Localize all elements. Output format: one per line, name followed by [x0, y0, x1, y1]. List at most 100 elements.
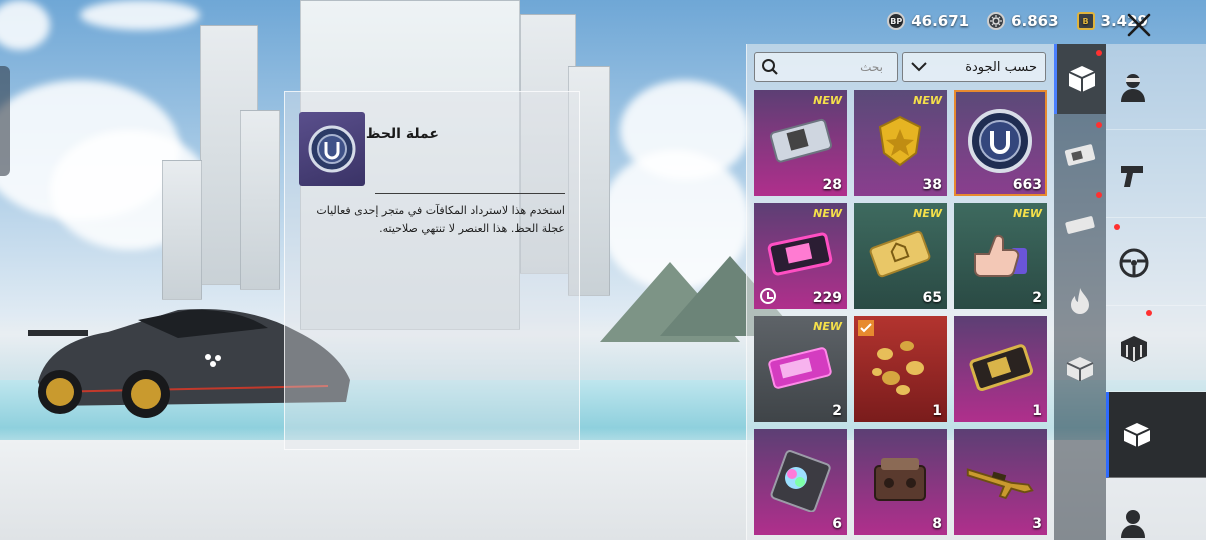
crate-icon [1121, 335, 1147, 362]
tower [162, 160, 202, 300]
inventory-panel: حسب الجودة NEW 28 NEW 38 663 NEW 229 NEW [746, 44, 1054, 540]
sort-dropdown[interactable]: حسب الجودة [902, 52, 1046, 82]
item-cell-gold-badge[interactable]: NEW 38 [854, 90, 947, 196]
search-box[interactable] [754, 52, 898, 82]
item-qty: 1 [1032, 403, 1042, 419]
bp-coin-icon: BP [887, 12, 906, 30]
notification-dot [1096, 122, 1102, 128]
category-coupon[interactable] [1054, 190, 1106, 260]
notification-dot [1096, 50, 1102, 56]
chevron-down-icon [911, 62, 927, 72]
gold-rifle-icon [964, 447, 1036, 513]
search-icon[interactable] [761, 58, 779, 76]
item-cell-ticket-silver[interactable]: NEW 28 [754, 90, 847, 196]
item-qty: 38 [922, 177, 942, 193]
side-item-weapon[interactable] [1106, 132, 1206, 218]
currency-gear: 6.863 [987, 12, 1059, 30]
side-item-character[interactable] [1106, 44, 1206, 130]
currency-bp: BP 46.671 [887, 12, 969, 30]
item-qty: 663 [1012, 177, 1042, 193]
item-qty: 65 [922, 290, 942, 306]
value-ticket-icon [764, 334, 836, 400]
gold-badge-icon [864, 108, 936, 174]
cloud [0, 0, 50, 50]
coupon-icon [1065, 216, 1095, 234]
category-crate[interactable] [1054, 44, 1106, 114]
lucky-coin-icon [964, 108, 1036, 174]
gear-coin-icon [987, 12, 1006, 30]
new-badge: NEW [913, 94, 942, 107]
item-qty: 6 [832, 516, 842, 532]
left-edge-tab[interactable] [0, 66, 10, 176]
side-navigation [1106, 44, 1206, 540]
timer-icon [760, 288, 776, 304]
new-badge: NEW [813, 94, 842, 107]
thumbs-up-icon [964, 221, 1036, 287]
close-icon [1127, 13, 1151, 37]
side-item-soldier[interactable] [1106, 480, 1206, 540]
search-input[interactable] [783, 60, 883, 74]
ticket-icon [1064, 144, 1096, 166]
item-description: استخدم هذا لاسترداد المكافآت في متجر إحد… [316, 204, 565, 235]
item-cell-pink-ticket[interactable]: NEW 229 [754, 203, 847, 309]
steering-wheel-icon [1119, 248, 1149, 277]
new-badge: NEW [813, 320, 842, 333]
item-qty: 2 [832, 403, 842, 419]
item-cell-engine-crate[interactable]: 8 [854, 429, 947, 535]
category-box[interactable] [1054, 334, 1106, 404]
item-cell-gold-ticket[interactable]: NEW 65 [854, 203, 947, 309]
gold-crate-ticket-icon [964, 334, 1036, 400]
pistol-icon [1121, 165, 1143, 187]
box-icon [1123, 422, 1151, 447]
lucky-coin-icon [299, 112, 365, 186]
currency-gear-value: 6.863 [1011, 12, 1059, 30]
gold-coins-icon [864, 334, 936, 400]
item-qty: 229 [812, 290, 842, 306]
box-icon [1066, 357, 1094, 381]
item-qty: 2 [1032, 290, 1042, 306]
item-grid: NEW 28 NEW 38 663 NEW 229 NEW 65 NEW 2 N… [754, 90, 1047, 535]
item-cell-lucky-coin[interactable]: 663 [954, 90, 1047, 196]
item-qty: 28 [822, 177, 842, 193]
pink-ticket-icon [764, 221, 836, 287]
new-badge: NEW [813, 207, 842, 220]
silver-ticket-icon [764, 108, 836, 174]
item-title: عملة الحظ [365, 126, 439, 142]
item-cell-thumbs-up[interactable]: NEW 2 [954, 203, 1047, 309]
currency-bp-value: 46.671 [911, 12, 970, 30]
close-button[interactable] [1122, 8, 1156, 42]
sort-label: حسب الجودة [965, 59, 1037, 75]
cloud [80, 0, 200, 30]
side-item-box[interactable] [1106, 392, 1206, 478]
category-fire[interactable] [1054, 266, 1106, 336]
engine-crate-icon [864, 447, 936, 513]
character-icon [1121, 73, 1145, 102]
soldier-icon [1121, 509, 1145, 538]
notification-dot [1114, 224, 1120, 230]
item-qty: 3 [1032, 516, 1042, 532]
item-cell-color-orb-card[interactable]: 6 [754, 429, 847, 535]
item-detail-panel: عملة الحظ استخدم هذا لاسترداد المكافآت ف… [284, 91, 580, 450]
notification-dot [1146, 310, 1152, 316]
item-qty: 1 [932, 403, 942, 419]
crate-icon [1068, 66, 1095, 92]
new-badge: NEW [1013, 207, 1042, 220]
item-cell-gold-coins[interactable]: 1 [854, 316, 947, 422]
fire-icon [1071, 288, 1089, 314]
item-cell-gold-rifle[interactable]: 3 [954, 429, 1047, 535]
item-cell-gold-crate-ticket[interactable]: 1 [954, 316, 1047, 422]
gold-coin-icon: B [1076, 12, 1095, 30]
item-cell-value-ticket[interactable]: NEW 2 [754, 316, 847, 422]
side-item-vehicle[interactable] [1106, 220, 1206, 306]
tower [240, 110, 280, 290]
gold-ticket-icon [864, 221, 936, 287]
item-qty: 8 [932, 516, 942, 532]
divider [375, 193, 565, 194]
new-badge: NEW [913, 207, 942, 220]
color-orb-card-icon [764, 447, 836, 513]
currency-bar: BP 46.671 6.863 B 3.429 [887, 12, 1148, 30]
category-bar [1054, 44, 1106, 540]
category-ticket[interactable] [1054, 120, 1106, 190]
side-item-crate[interactable] [1106, 306, 1206, 392]
search-row: حسب الجودة [754, 52, 1046, 82]
